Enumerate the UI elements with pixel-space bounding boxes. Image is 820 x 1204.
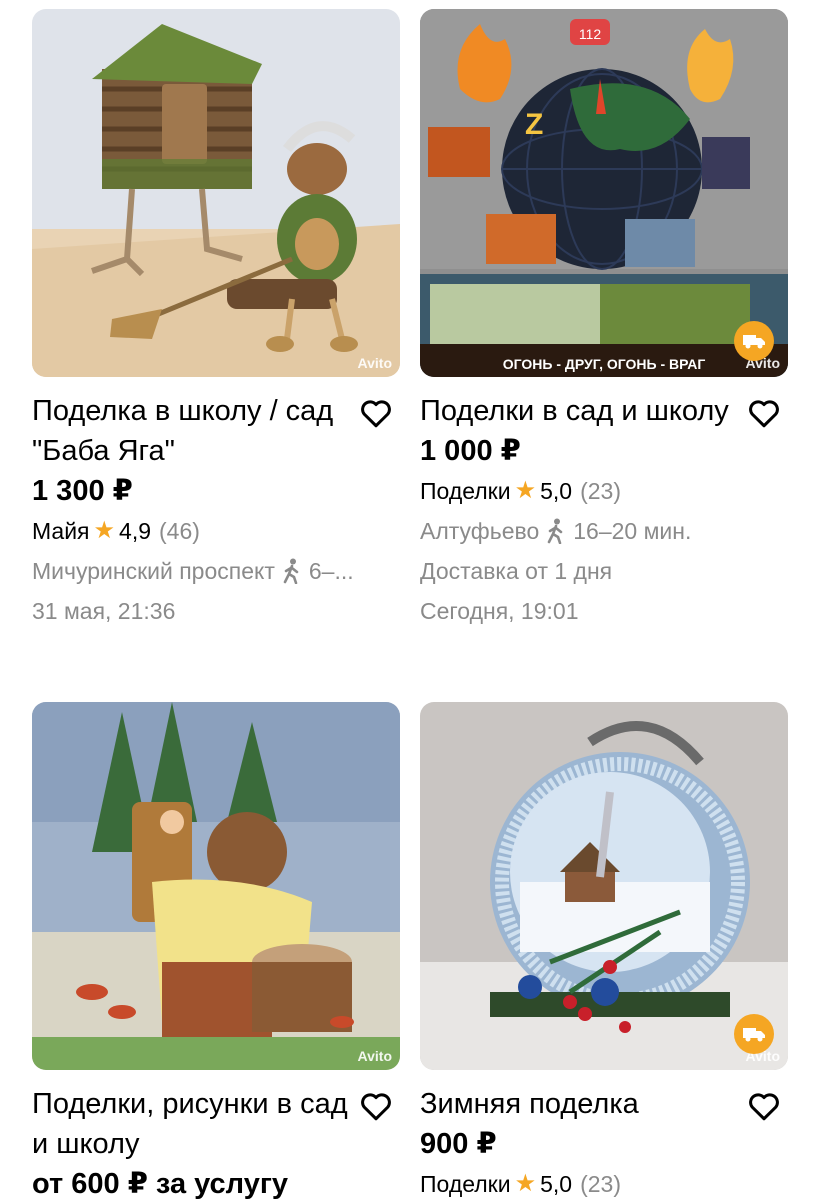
listing-photo[interactable]: Avito <box>32 9 400 377</box>
star-icon: ★ <box>93 517 116 544</box>
listing-card[interactable]: ОГОНЬ - ДРУГ, ОГОНЬ - ВРАГ Z 112 Avito П… <box>420 9 788 631</box>
listing-price: 1 000 ₽ <box>420 435 521 467</box>
truck-icon <box>734 1014 774 1054</box>
heart-icon[interactable] <box>358 395 394 431</box>
avito-watermark: Avito <box>357 1048 392 1064</box>
winter-clock-craft-image <box>420 702 788 1070</box>
walking-person-icon <box>283 558 299 584</box>
bear-drawing-image <box>32 702 400 1070</box>
listing-card[interactable]: Avito Поделка в школу / сад "Баба Яга" 1… <box>32 9 400 631</box>
review-count: (46) <box>159 518 200 544</box>
seller-rating: 5,0 <box>540 1171 573 1197</box>
svg-text:Z: Z <box>525 108 543 141</box>
listing-grid: Avito Поделка в школу / сад "Баба Яга" 1… <box>0 0 820 1200</box>
listing-price: от 600 ₽ за услугу <box>32 1168 289 1200</box>
listing-price: 900 ₽ <box>420 1128 497 1160</box>
truck-icon <box>734 321 774 361</box>
listing-date: Сегодня, 19:01 <box>420 598 579 624</box>
baba-yaga-craft-image <box>32 9 400 377</box>
walk-time: 6–... <box>308 558 354 584</box>
seller-name: Майя <box>32 518 90 544</box>
seller-name: Поделки <box>420 478 511 504</box>
listing-photo[interactable]: Avito <box>420 702 788 1070</box>
walking-person-icon <box>547 518 563 544</box>
listing-photo[interactable]: ОГОНЬ - ДРУГ, ОГОНЬ - ВРАГ Z 112 Avito <box>420 9 788 377</box>
listing-title[interactable]: Поделки в сад и школу <box>420 391 736 431</box>
location-line: Мичуринский проспект 6–... <box>32 551 400 591</box>
seller-info[interactable]: Поделки ★ 5,0 (23) <box>420 1164 788 1204</box>
listing-card[interactable]: Avito Зимняя поделка 900 ₽ Поделки ★ 5,0… <box>420 702 788 1204</box>
heart-icon[interactable] <box>358 1088 394 1124</box>
heart-icon[interactable] <box>746 1088 782 1124</box>
location-line: Алтуфьево 16–20 мин. <box>420 511 788 551</box>
seller-info[interactable]: Поделки ★ 5,0 (23) <box>420 471 788 511</box>
seller-name: Поделки <box>420 1171 511 1197</box>
listing-title[interactable]: Зимняя поделка <box>420 1084 736 1124</box>
seller-info[interactable]: Майя ★ 4,9 (46) <box>32 511 400 551</box>
heart-icon[interactable] <box>746 395 782 431</box>
listing-date: 31 мая, 21:36 <box>32 598 176 624</box>
listing-photo[interactable]: Avito <box>32 702 400 1070</box>
listing-price: 1 300 ₽ <box>32 475 133 507</box>
review-count: (23) <box>580 478 622 504</box>
seller-rating: 5,0 <box>540 478 573 504</box>
delivery-info: Доставка от 1 дня <box>420 558 613 584</box>
avito-watermark: Avito <box>357 355 392 371</box>
listing-title[interactable]: Поделки, рисунки в сад и школу <box>32 1084 348 1164</box>
star-icon: ★ <box>514 1170 537 1197</box>
listing-title[interactable]: Поделка в школу / сад "Баба Яга" <box>32 391 348 471</box>
location-name: Мичуринский проспект <box>32 558 275 584</box>
fire-globe-craft-image: ОГОНЬ - ДРУГ, ОГОНЬ - ВРАГ Z 112 <box>420 9 788 377</box>
listing-card[interactable]: Avito Поделки, рисунки в сад и школу от … <box>32 702 400 1204</box>
seller-rating: 4,9 <box>119 518 152 544</box>
review-count: (23) <box>580 1171 622 1197</box>
star-icon: ★ <box>514 477 537 504</box>
poster-caption: ОГОНЬ - ДРУГ, ОГОНЬ - ВРАГ <box>503 356 706 372</box>
walk-time: 16–20 мин. <box>573 518 692 544</box>
location-name: Алтуфьево <box>420 518 540 544</box>
emergency-badge: 112 <box>579 26 602 42</box>
